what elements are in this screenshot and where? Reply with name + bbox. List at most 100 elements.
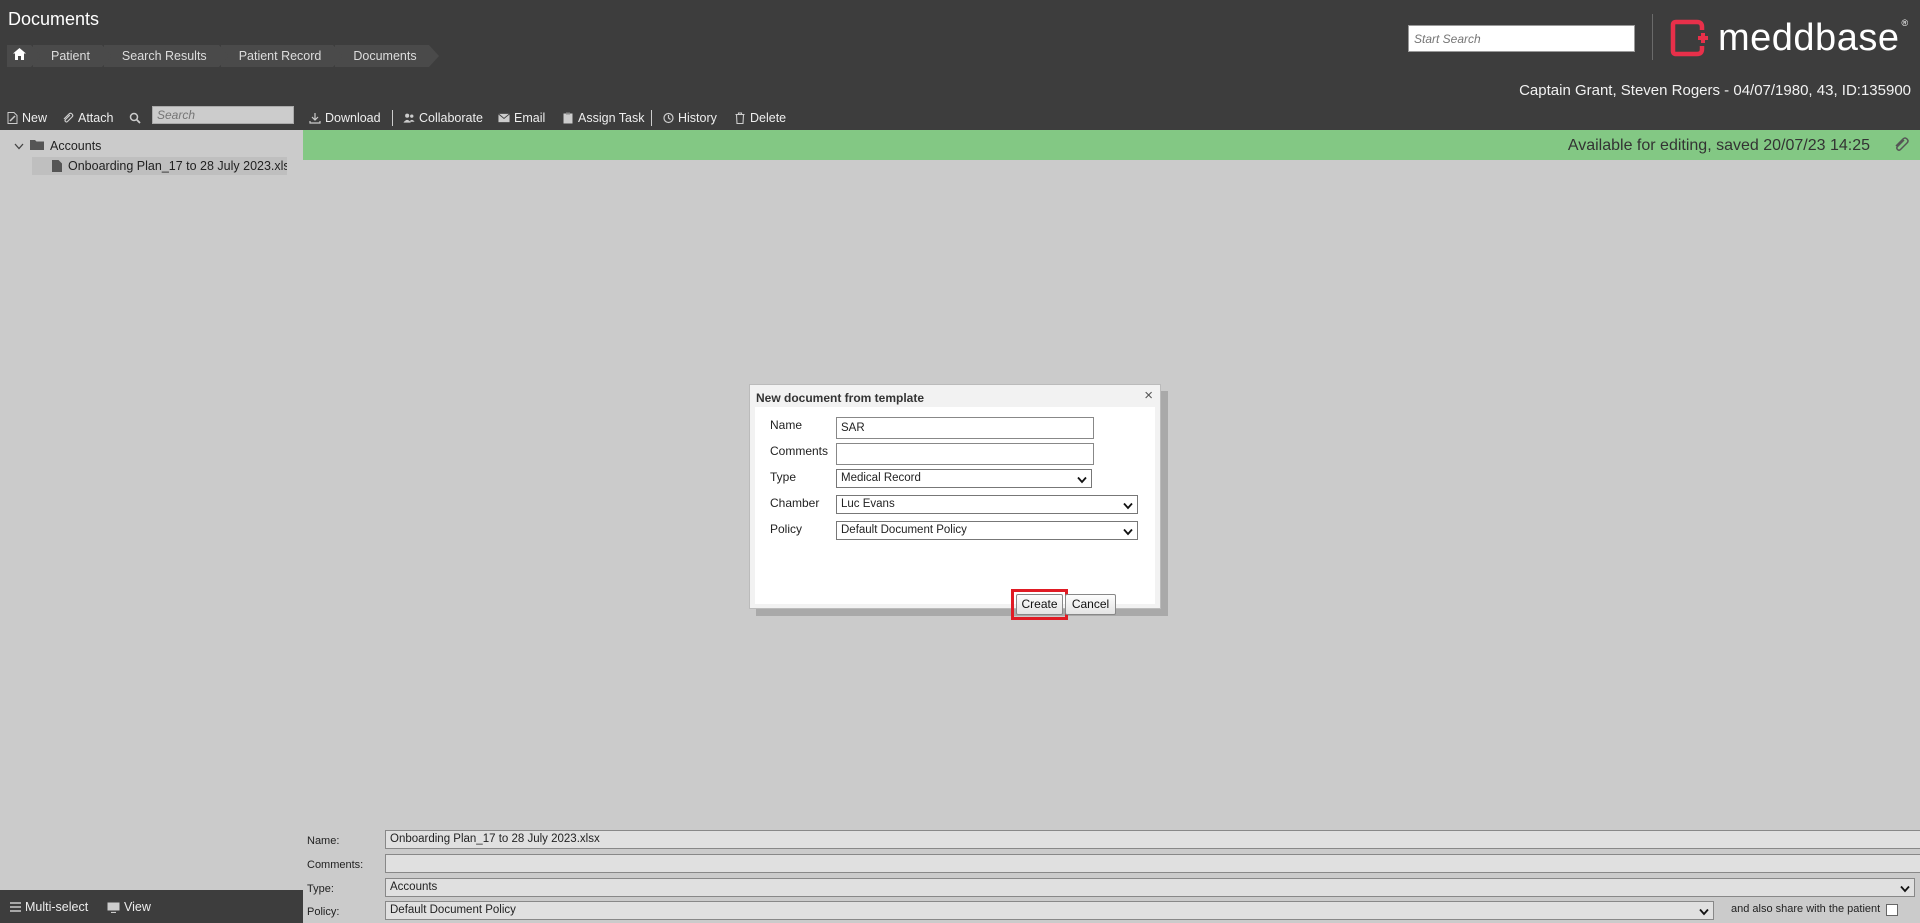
cancel-button[interactable]: Cancel bbox=[1065, 594, 1116, 615]
delete-label: Delete bbox=[750, 111, 787, 125]
attach-button[interactable]: Attach bbox=[62, 109, 113, 127]
chevron-down-icon bbox=[1900, 882, 1910, 899]
new-document-dialog: New document from template × Name SAR Co… bbox=[749, 384, 1161, 609]
tree-search-input[interactable] bbox=[152, 106, 294, 124]
breadcrumb-documents[interactable]: Documents bbox=[335, 45, 439, 67]
logo-registered-mark: ® bbox=[1901, 18, 1909, 28]
document-tree-panel: Accounts Onboarding Plan_17 to 28 July 2… bbox=[0, 130, 303, 890]
download-button[interactable]: Download bbox=[309, 109, 381, 127]
dialog-form: Name SAR Comments Type Medical Record Ch… bbox=[755, 407, 1155, 604]
collaborate-button[interactable]: Collaborate bbox=[403, 109, 483, 127]
close-icon[interactable]: × bbox=[1144, 387, 1153, 404]
email-label: Email bbox=[514, 111, 546, 125]
history-button[interactable]: History bbox=[662, 109, 717, 127]
assign-task-label: Assign Task bbox=[578, 111, 645, 125]
comments-label: Comments bbox=[770, 444, 829, 458]
email-button[interactable]: Email bbox=[498, 109, 545, 127]
type-select-value: Medical Record bbox=[841, 472, 921, 484]
share-with-patient-label: and also share with the patient bbox=[1731, 903, 1881, 915]
page-title: Documents bbox=[8, 9, 100, 29]
policy-select-value: Default Document Policy bbox=[841, 524, 967, 536]
prop-name-label: Name: bbox=[307, 835, 340, 847]
patient-info: Captain Grant, Steven Rogers - 04/07/198… bbox=[1519, 82, 1911, 99]
multi-select-label: Multi-select bbox=[25, 900, 89, 914]
chevron-down-icon bbox=[1699, 905, 1709, 922]
file-icon bbox=[52, 160, 62, 172]
chevron-down-icon bbox=[1123, 499, 1133, 516]
document-properties: Name: Onboarding Plan_17 to 28 July 2023… bbox=[303, 828, 1920, 923]
folder-label: Accounts bbox=[50, 139, 102, 153]
tree-folder-accounts[interactable]: Accounts bbox=[14, 137, 101, 155]
comments-input[interactable] bbox=[836, 443, 1094, 465]
logo-text: meddbase bbox=[1718, 17, 1900, 59]
people-icon bbox=[403, 112, 415, 124]
left-bottom-bar: Multi-select View bbox=[0, 890, 303, 923]
tree-search-icon-button[interactable] bbox=[129, 109, 145, 127]
breadcrumb-home[interactable] bbox=[7, 45, 41, 67]
prop-name-input[interactable]: Onboarding Plan_17 to 28 July 2023.xlsx bbox=[385, 830, 1920, 849]
dialog-title: New document from template bbox=[756, 391, 925, 405]
monitor-icon bbox=[107, 902, 120, 913]
policy-select[interactable]: Default Document Policy bbox=[836, 521, 1138, 540]
breadcrumb-patient-record[interactable]: Patient Record bbox=[220, 45, 344, 67]
meddbase-logo: meddbase ® bbox=[1670, 18, 1908, 58]
prop-policy-select[interactable]: Default Document Policy bbox=[385, 901, 1714, 920]
prop-policy-value: Default Document Policy bbox=[390, 904, 516, 916]
paperclip-icon bbox=[62, 112, 74, 124]
chevron-down-icon bbox=[1123, 525, 1133, 542]
app-header: Documents Patient Search Results Patient… bbox=[0, 0, 1920, 75]
folder-icon bbox=[30, 139, 44, 153]
name-label: Name bbox=[770, 418, 803, 432]
view-label: View bbox=[124, 900, 151, 914]
file-label: Onboarding Plan_17 to 28 July 2023.xlsx bbox=[68, 159, 287, 173]
prop-policy-label: Policy: bbox=[307, 906, 340, 918]
create-button[interactable]: Create bbox=[1016, 594, 1063, 615]
prop-type-value: Accounts bbox=[390, 881, 438, 893]
paperclip-icon[interactable] bbox=[1893, 136, 1910, 156]
search-icon bbox=[129, 112, 141, 124]
status-text: Available for editing, saved 20/07/23 14… bbox=[1567, 137, 1870, 154]
home-icon bbox=[12, 45, 26, 67]
chevron-down-icon[interactable] bbox=[14, 139, 24, 153]
logo-divider bbox=[1652, 14, 1653, 60]
name-input[interactable]: SAR bbox=[836, 417, 1094, 439]
chamber-label: Chamber bbox=[770, 496, 820, 510]
attach-label: Attach bbox=[78, 111, 114, 125]
tree-file-selected[interactable]: Onboarding Plan_17 to 28 July 2023.xlsx bbox=[32, 157, 287, 175]
list-icon bbox=[10, 902, 21, 912]
delete-button[interactable]: Delete bbox=[734, 109, 786, 127]
type-label: Type bbox=[770, 470, 797, 484]
trash-icon bbox=[734, 112, 746, 124]
chevron-down-icon bbox=[1077, 473, 1087, 490]
share-with-patient-checkbox[interactable] bbox=[1886, 904, 1898, 916]
prop-comments-input[interactable] bbox=[385, 854, 1920, 873]
toolbar-divider bbox=[651, 110, 652, 126]
prop-type-select[interactable]: Accounts bbox=[385, 878, 1915, 897]
download-icon bbox=[309, 112, 321, 124]
clipboard-icon bbox=[562, 112, 574, 124]
prop-comments-label: Comments: bbox=[307, 859, 364, 871]
chamber-select[interactable]: Luc Evans bbox=[836, 495, 1138, 514]
toolbar-divider bbox=[392, 110, 393, 126]
breadcrumb: Patient Search Results Patient Record Do… bbox=[7, 45, 439, 67]
new-document-icon bbox=[6, 112, 18, 124]
history-icon bbox=[662, 112, 674, 124]
breadcrumb-patient[interactable]: Patient bbox=[33, 45, 112, 67]
new-label: New bbox=[22, 111, 48, 125]
global-search-input[interactable] bbox=[1408, 25, 1635, 52]
document-status-bar: Available for editing, saved 20/07/23 14… bbox=[303, 130, 1920, 160]
breadcrumb-search-results[interactable]: Search Results bbox=[103, 45, 229, 67]
history-label: History bbox=[678, 111, 717, 125]
download-label: Download bbox=[325, 111, 381, 125]
assign-task-button[interactable]: Assign Task bbox=[562, 109, 644, 127]
meddbase-logo-icon bbox=[1670, 19, 1710, 57]
prop-type-label: Type: bbox=[307, 883, 334, 895]
chamber-select-value: Luc Evans bbox=[841, 498, 895, 510]
type-select[interactable]: Medical Record bbox=[836, 469, 1092, 488]
multi-select-button[interactable]: Multi-select bbox=[10, 900, 88, 914]
policy-label: Policy bbox=[770, 522, 803, 536]
envelope-icon bbox=[498, 112, 510, 124]
new-button[interactable]: New bbox=[6, 109, 47, 127]
view-button[interactable]: View bbox=[107, 900, 151, 914]
collaborate-label: Collaborate bbox=[419, 111, 483, 125]
